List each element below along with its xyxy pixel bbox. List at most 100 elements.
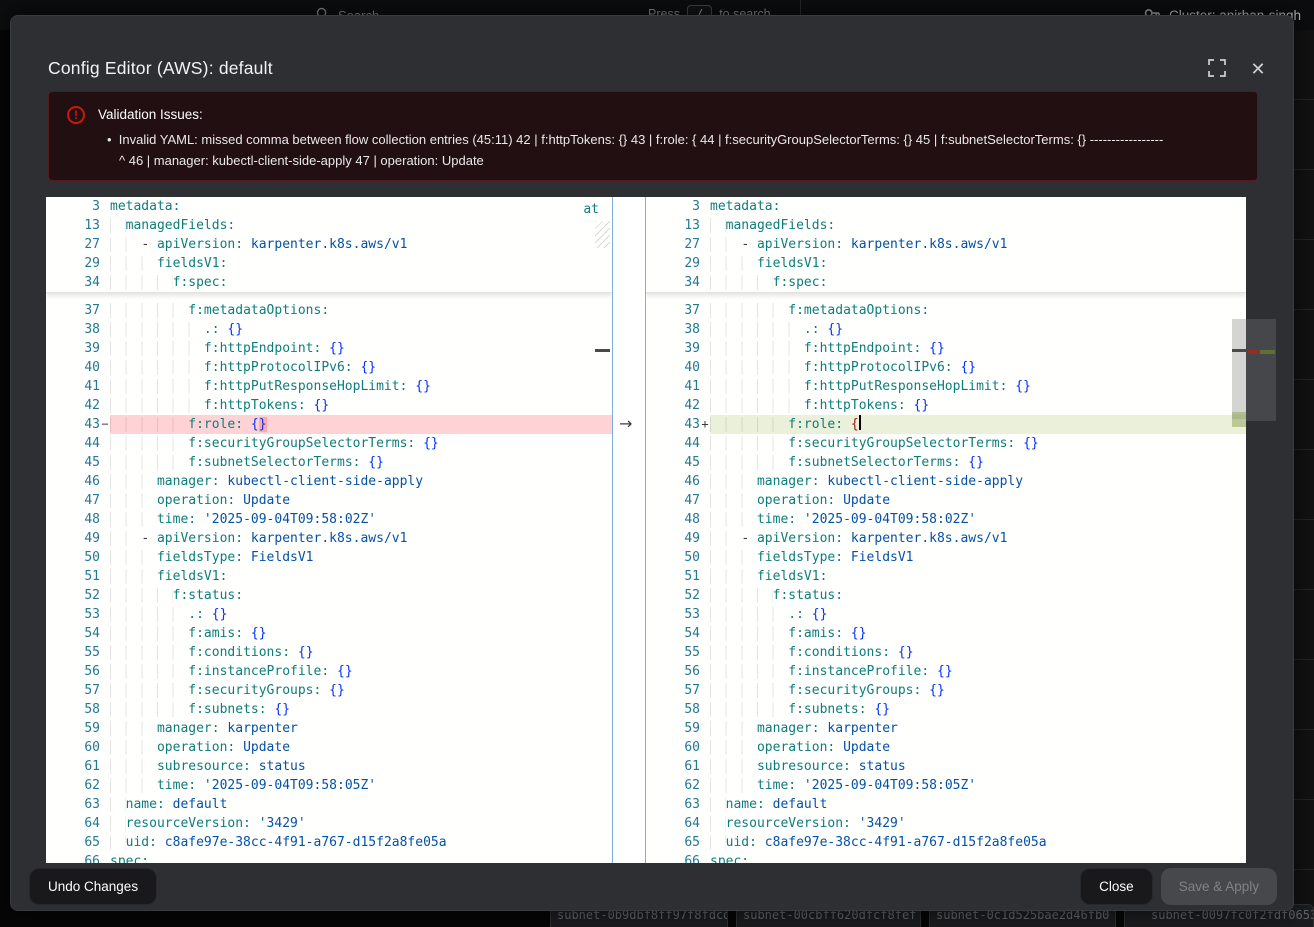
sticky-scroll[interactable]: 3metadata:13 managedFields:27 - apiVersi…: [46, 197, 612, 293]
code-line[interactable]: 51 fieldsV1:: [46, 567, 612, 586]
code-line[interactable]: 63 name: default: [46, 795, 612, 814]
code-line[interactable]: 58 f:subnets: {}: [646, 700, 1246, 719]
code-line[interactable]: 52 f:status:: [646, 586, 1246, 605]
code-line[interactable]: 53 .: {}: [646, 605, 1246, 624]
revert-change-arrow-icon[interactable]: →: [619, 414, 632, 433]
code-line[interactable]: 13 managedFields:: [46, 216, 612, 235]
code-line[interactable]: 48 time: '2025-09-04T09:58:02Z': [46, 510, 612, 529]
code-line[interactable]: 64 resourceVersion: '3429': [46, 814, 612, 833]
code-line[interactable]: 57 f:securityGroups: {}: [646, 681, 1246, 700]
code-line[interactable]: 43− f:role: {}: [46, 415, 612, 434]
save-apply-button[interactable]: Save & Apply: [1161, 868, 1277, 905]
code-text: - apiVersion: karpenter.k8s.aws/v1: [710, 235, 1246, 254]
code-line[interactable]: 59 manager: karpenter: [46, 719, 612, 738]
sticky-scroll[interactable]: 3metadata:13 managedFields:27 - apiVersi…: [646, 197, 1246, 293]
code-line[interactable]: 43+ f:role: {: [646, 415, 1246, 434]
code-body[interactable]: 37 f:metadataOptions:38 .: {}39 f:httpEn…: [46, 293, 612, 863]
code-line[interactable]: 53 .: {}: [46, 605, 612, 624]
code-line[interactable]: 46 manager: kubectl-client-side-apply: [46, 472, 612, 491]
diff-overview-viewport[interactable]: [1246, 319, 1276, 421]
code-line[interactable]: 44 f:securityGroupSelectorTerms: {}: [646, 434, 1246, 453]
code-line[interactable]: 50 fieldsType: FieldsV1: [46, 548, 612, 567]
code-line[interactable]: 60 operation: Update: [46, 738, 612, 757]
diff-splitter[interactable]: →: [612, 197, 646, 863]
code-line[interactable]: 3metadata:: [646, 197, 1246, 216]
code-line[interactable]: 40 f:httpProtocolIPv6: {}: [46, 358, 612, 377]
code-line[interactable]: 65 uid: c8afe97e-38cc-4f91-a767-d15f2a8f…: [46, 833, 612, 852]
code-line[interactable]: 54 f:amis: {}: [646, 624, 1246, 643]
code-line[interactable]: 55 f:conditions: {}: [46, 643, 612, 662]
code-line[interactable]: 29 fieldsV1:: [646, 254, 1246, 273]
code-line[interactable]: 40 f:httpProtocolIPv6: {}: [646, 358, 1246, 377]
code-line[interactable]: 54 f:amis: {}: [46, 624, 612, 643]
code-line[interactable]: 27 - apiVersion: karpenter.k8s.aws/v1: [646, 235, 1246, 254]
code-line[interactable]: 45 f:subnetSelectorTerms: {}: [646, 453, 1246, 472]
code-line[interactable]: 60 operation: Update: [646, 738, 1246, 757]
diff-sign: [100, 719, 110, 738]
code-line[interactable]: 58 f:subnets: {}: [46, 700, 612, 719]
code-line[interactable]: 44 f:securityGroupSelectorTerms: {}: [46, 434, 612, 453]
code-line[interactable]: 34 f:spec:: [46, 273, 612, 292]
code-line[interactable]: 66spec:: [646, 852, 1246, 863]
diff-sign: [700, 548, 710, 567]
diff-sign: [100, 377, 110, 396]
code-line[interactable]: 46 manager: kubectl-client-side-apply: [646, 472, 1246, 491]
code-line[interactable]: 42 f:httpTokens: {}: [646, 396, 1246, 415]
line-number: 55: [46, 643, 100, 662]
undo-changes-button[interactable]: Undo Changes: [29, 868, 157, 905]
scrollbar-thumb[interactable]: [1232, 319, 1246, 419]
code-line[interactable]: 41 f:httpPutResponseHopLimit: {}: [646, 377, 1246, 396]
code-text: subresource: status: [110, 757, 612, 776]
code-line[interactable]: 52 f:status:: [46, 586, 612, 605]
code-line[interactable]: 59 manager: karpenter: [646, 719, 1246, 738]
code-line[interactable]: 13 managedFields:: [646, 216, 1246, 235]
code-line[interactable]: 63 name: default: [646, 795, 1246, 814]
code-line[interactable]: 64 resourceVersion: '3429': [646, 814, 1246, 833]
code-line[interactable]: 57 f:securityGroups: {}: [46, 681, 612, 700]
code-line[interactable]: 38 .: {}: [646, 320, 1246, 339]
code-line[interactable]: 61 subresource: status: [46, 757, 612, 776]
code-line[interactable]: 3metadata:: [46, 197, 612, 216]
code-line[interactable]: 48 time: '2025-09-04T09:58:02Z': [646, 510, 1246, 529]
close-icon[interactable]: ✕: [1248, 59, 1268, 79]
code-line[interactable]: 34 f:spec:: [646, 273, 1246, 292]
code-line[interactable]: 49 - apiVersion: karpenter.k8s.aws/v1: [646, 529, 1246, 548]
code-line[interactable]: 61 subresource: status: [646, 757, 1246, 776]
code-line[interactable]: 27 - apiVersion: karpenter.k8s.aws/v1: [46, 235, 612, 254]
code-line[interactable]: 62 time: '2025-09-04T09:58:05Z': [646, 776, 1246, 795]
diff-sign: [700, 852, 710, 863]
code-body[interactable]: 37 f:metadataOptions:38 .: {}39 f:httpEn…: [646, 293, 1246, 863]
line-number: 47: [46, 491, 100, 510]
diff-sign: [100, 833, 110, 852]
code-line[interactable]: 47 operation: Update: [646, 491, 1246, 510]
code-line[interactable]: 49 - apiVersion: karpenter.k8s.aws/v1: [46, 529, 612, 548]
code-line[interactable]: 29 fieldsV1:: [46, 254, 612, 273]
code-line[interactable]: 56 f:instanceProfile: {}: [646, 662, 1246, 681]
diff-pane-original[interactable]: at 3metadata:13 managedFields:27 - apiVe…: [46, 197, 612, 863]
code-line[interactable]: 47 operation: Update: [46, 491, 612, 510]
code-line[interactable]: 37 f:metadataOptions:: [46, 301, 612, 320]
code-line[interactable]: 65 uid: c8afe97e-38cc-4f91-a767-d15f2a8f…: [646, 833, 1246, 852]
line-number: 34: [46, 273, 100, 292]
code-line[interactable]: 39 f:httpEndpoint: {}: [46, 339, 612, 358]
config-diff-editor[interactable]: at 3metadata:13 managedFields:27 - apiVe…: [46, 197, 1246, 863]
code-text: f:status:: [110, 586, 612, 605]
diff-pane-modified[interactable]: 3metadata:13 managedFields:27 - apiVersi…: [646, 197, 1246, 863]
code-line[interactable]: 38 .: {}: [46, 320, 612, 339]
code-line[interactable]: 55 f:conditions: {}: [646, 643, 1246, 662]
close-button[interactable]: Close: [1080, 868, 1153, 905]
expand-icon[interactable]: [1207, 59, 1227, 79]
code-text: metadata:: [110, 197, 612, 216]
code-line[interactable]: 39 f:httpEndpoint: {}: [646, 339, 1246, 358]
code-line[interactable]: 41 f:httpPutResponseHopLimit: {}: [46, 377, 612, 396]
code-line[interactable]: 50 fieldsType: FieldsV1: [646, 548, 1246, 567]
code-text: f:securityGroups: {}: [110, 681, 612, 700]
code-line[interactable]: 45 f:subnetSelectorTerms: {}: [46, 453, 612, 472]
diff-sign: [100, 624, 110, 643]
code-line[interactable]: 37 f:metadataOptions:: [646, 301, 1246, 320]
code-line[interactable]: 62 time: '2025-09-04T09:58:05Z': [46, 776, 612, 795]
code-line[interactable]: 51 fieldsV1:: [646, 567, 1246, 586]
code-line[interactable]: 66spec:: [46, 852, 612, 863]
code-line[interactable]: 56 f:instanceProfile: {}: [46, 662, 612, 681]
code-line[interactable]: 42 f:httpTokens: {}: [46, 396, 612, 415]
